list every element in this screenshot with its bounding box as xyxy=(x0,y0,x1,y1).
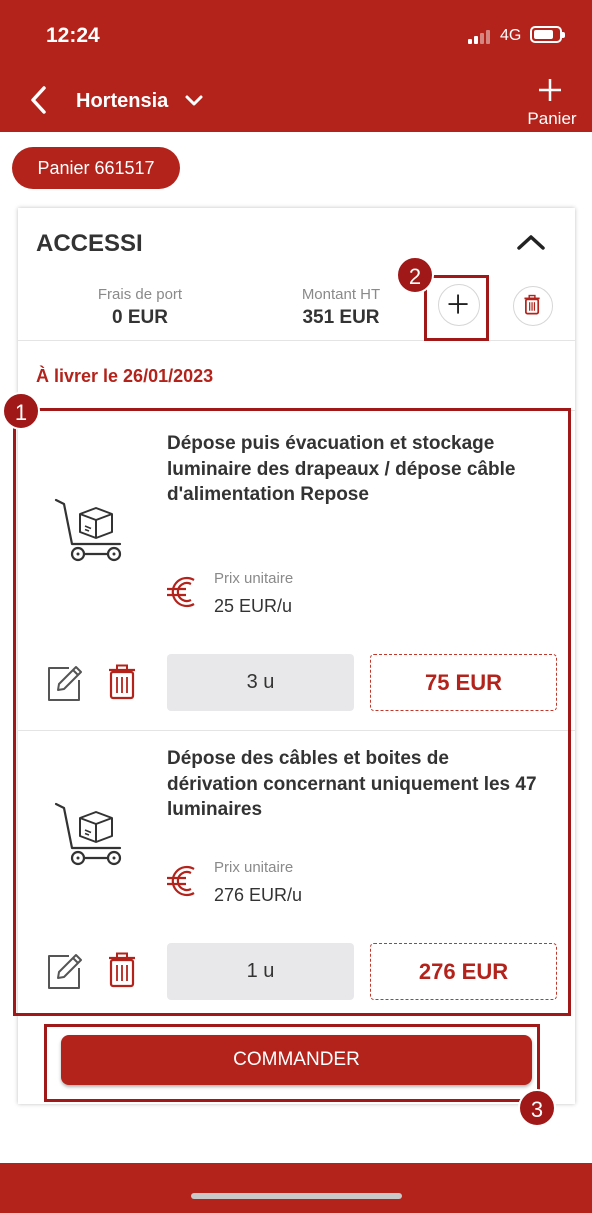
amount-value: 351 EUR xyxy=(302,307,380,328)
chevron-up-icon[interactable] xyxy=(516,232,546,252)
header-title[interactable]: Hortensia xyxy=(76,90,168,113)
annotation-badge: 2 xyxy=(396,256,434,294)
signal-icon xyxy=(468,30,492,44)
status-time: 12:24 xyxy=(46,24,100,47)
battery-icon xyxy=(530,26,565,43)
shipping-cost: Frais de port 0 EUR xyxy=(80,286,200,329)
top-app-bar: 12:24 4G Hortensia Panier xyxy=(0,0,592,132)
shipping-value: 0 EUR xyxy=(112,307,168,328)
chevron-down-icon[interactable] xyxy=(184,92,204,110)
delivery-date: À livrer le 26/01/2023 xyxy=(36,366,214,386)
delete-section-button[interactable] xyxy=(513,286,553,326)
home-indicator[interactable] xyxy=(191,1193,402,1199)
add-cart-label: Panier xyxy=(527,109,577,128)
shipping-label: Frais de port xyxy=(97,286,183,303)
annotation-badge: 1 xyxy=(2,392,40,430)
highlight-box-items xyxy=(13,408,571,1016)
cart-pill[interactable]: Panier 661517 xyxy=(12,147,180,189)
add-cart-button[interactable]: Panier xyxy=(520,76,584,128)
annotation-badge: 3 xyxy=(518,1089,556,1127)
section-title: ACCESSI xyxy=(36,230,143,257)
bottom-bar xyxy=(0,1163,592,1213)
divider xyxy=(18,340,575,341)
plus-icon xyxy=(539,79,561,101)
network-type: 4G xyxy=(500,27,522,44)
trash-icon xyxy=(524,294,540,315)
amount-label: Montant HT xyxy=(301,286,381,303)
highlight-box-add xyxy=(424,275,489,341)
back-arrow-icon[interactable] xyxy=(26,84,54,116)
highlight-box-order xyxy=(44,1024,540,1102)
amount-ht: Montant HT 351 EUR xyxy=(281,286,401,329)
